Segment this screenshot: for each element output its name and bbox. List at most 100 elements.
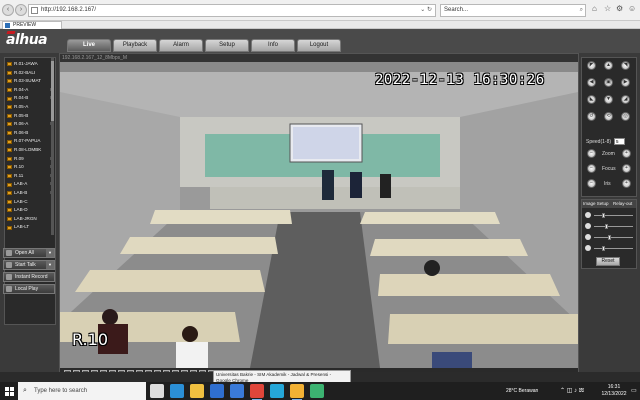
ptz-left-button[interactable]: ◀	[587, 78, 596, 87]
camera-list-item[interactable]: LAB-C	[5, 198, 55, 207]
camera-feed[interactable]: 2022-12-13 16:30:26 R.10	[60, 62, 578, 368]
address-bar[interactable]: http://192.168.2.167/ ⌄ ↻	[28, 4, 436, 17]
gear-icon[interactable]: ⚙	[616, 4, 623, 13]
weather-widget[interactable]: 28°C Berawan	[506, 388, 538, 394]
ptz-pattern-button[interactable]: ◎	[621, 112, 630, 121]
tab-playback[interactable]: Playback	[113, 39, 157, 52]
camera-list-item[interactable]: LAB-BM	[5, 189, 55, 198]
browser-tab-preview[interactable]: PREVIEW	[2, 21, 62, 29]
edge-icon[interactable]	[170, 384, 184, 398]
task-view-icon[interactable]	[150, 384, 164, 398]
camera-list-item[interactable]: R.04-AM	[5, 86, 55, 95]
hue-track[interactable]	[594, 246, 633, 251]
camera-list-item[interactable]: R.05-A	[5, 103, 55, 112]
taskbar-search-input[interactable]: ⌕ Type here to search	[18, 382, 146, 400]
hue-slider[interactable]	[585, 245, 635, 252]
brightness-track[interactable]	[594, 213, 633, 218]
tab-info[interactable]: Info	[251, 39, 295, 52]
iris-open-button[interactable]: +	[622, 179, 631, 188]
camera-list-item[interactable]: R.09M	[5, 155, 55, 164]
tab-image-setup[interactable]: Image Setup	[583, 200, 609, 208]
reset-button[interactable]: Reset	[596, 257, 620, 266]
back-button[interactable]: ‹	[2, 4, 14, 16]
system-tray-icons[interactable]: ⌃ ◫ ♪ 𝍃	[560, 387, 584, 394]
start-talk-button[interactable]: Start Talk ▼	[3, 260, 55, 270]
chrome-icon[interactable]	[250, 384, 264, 400]
ptz-up-button[interactable]: ▲	[604, 61, 613, 70]
speed-select[interactable]: 5	[614, 138, 625, 145]
file-explorer-icon[interactable]	[190, 384, 204, 398]
refresh-icon[interactable]: ⌄ ↻	[420, 5, 432, 16]
ptz-down-button[interactable]: ▼	[604, 95, 613, 104]
ptz-3d-position-button[interactable]: ▣	[604, 78, 613, 87]
camera-list-scrollbar[interactable]	[51, 57, 54, 235]
camera-list-item[interactable]: LAB-JRGN	[5, 215, 55, 224]
ptz-down-left-button[interactable]: ◣	[587, 95, 596, 104]
ptz-down-right-button[interactable]: ◢	[621, 95, 630, 104]
zoom-in-button[interactable]: +	[622, 149, 631, 158]
camera-list-item[interactable]: R.07-PAPUA	[5, 137, 55, 146]
contrast-knob[interactable]	[604, 224, 608, 229]
camera-list-item[interactable]: R.01-JAWA	[5, 60, 55, 69]
saturation-knob[interactable]	[608, 235, 612, 240]
store-icon[interactable]	[210, 384, 224, 398]
start-talk-dropdown-icon[interactable]: ▼	[46, 261, 54, 269]
tab-alarm[interactable]: Alarm	[159, 39, 203, 52]
brightness-slider[interactable]	[585, 212, 635, 219]
camera-list-item[interactable]: R.04-BM	[5, 94, 55, 103]
camera-name: R.08-LOMBK	[14, 146, 42, 152]
video-window[interactable]: 192.168.2.167_12_8Mbps_M 2022-12-13 16:3…	[59, 53, 579, 378]
hue-knob[interactable]	[601, 246, 605, 251]
open-all-button[interactable]: Open All ▼	[3, 248, 55, 258]
ptz-up-left-button[interactable]: ◤	[587, 61, 596, 70]
camera-list-item[interactable]: R.06-B	[5, 129, 55, 138]
app-icon-8[interactable]	[290, 384, 304, 400]
browser-search-input[interactable]: Search... ⌕	[440, 4, 586, 17]
instant-record-button[interactable]: Instant Record	[3, 272, 55, 282]
camera-list-item[interactable]: R.11M	[5, 172, 55, 181]
camera-list-item[interactable]: R.05-B	[5, 112, 55, 121]
ptz-up-right-button[interactable]: ◥	[621, 61, 630, 70]
contrast-slider[interactable]	[585, 223, 635, 230]
focus-far-button[interactable]: +	[622, 164, 631, 173]
system-clock[interactable]: 16:31 12/13/2022	[598, 384, 630, 397]
start-logo-icon	[10, 387, 14, 391]
star-icon[interactable]: ☆	[604, 4, 611, 13]
mail-icon[interactable]	[230, 384, 244, 398]
camera-list-item[interactable]: R.10M	[5, 163, 55, 172]
open-all-dropdown-icon[interactable]: ▼	[46, 249, 54, 257]
tab-live[interactable]: Live	[67, 39, 111, 52]
windows-start-button[interactable]	[0, 382, 18, 400]
camera-list-item[interactable]: LAB-D	[5, 206, 55, 215]
camera-list-item[interactable]: R.06-AM	[5, 120, 55, 129]
camera-list-item[interactable]: LAB-LT	[5, 223, 55, 232]
camera-list-item[interactable]: R.03-SUMAT	[5, 77, 55, 86]
camera-list-item[interactable]: R.08-LOMBK	[5, 146, 55, 155]
tab-setup[interactable]: Setup	[205, 39, 249, 52]
home-icon[interactable]: ⌂	[592, 4, 597, 13]
brightness-knob[interactable]	[601, 213, 605, 218]
ptz-auto-pan-button[interactable]: ⟲	[604, 112, 613, 121]
saturation-track[interactable]	[594, 235, 633, 240]
camera-list-item[interactable]: R.02-BALI	[5, 69, 55, 78]
smiley-icon[interactable]: ☺	[628, 4, 636, 13]
tab-logout[interactable]: Logout	[297, 39, 341, 52]
camera-icon	[7, 79, 12, 84]
notifications-icon[interactable]: ▭	[631, 387, 637, 394]
forward-button[interactable]: ›	[15, 4, 27, 16]
saturation-slider[interactable]	[585, 234, 635, 241]
app-icon-7[interactable]	[270, 384, 284, 398]
focus-near-button[interactable]: −	[587, 164, 596, 173]
app-icon-9[interactable]	[310, 384, 324, 398]
scroll-thumb[interactable]	[51, 61, 54, 121]
start-logo-icon	[5, 392, 9, 396]
ptz-right-button[interactable]: ▶	[621, 78, 630, 87]
iris-close-button[interactable]: −	[587, 179, 596, 188]
zoom-out-button[interactable]: −	[587, 149, 596, 158]
tab-relay-out[interactable]: Relay-out	[613, 200, 632, 208]
ptz-auto-scan-button[interactable]: ↺	[587, 112, 596, 121]
camera-name: R.03-SUMAT	[14, 78, 41, 84]
contrast-track[interactable]	[594, 224, 633, 229]
local-play-button[interactable]: Local Play	[3, 284, 55, 294]
camera-list-item[interactable]: LAB-AM	[5, 180, 55, 189]
